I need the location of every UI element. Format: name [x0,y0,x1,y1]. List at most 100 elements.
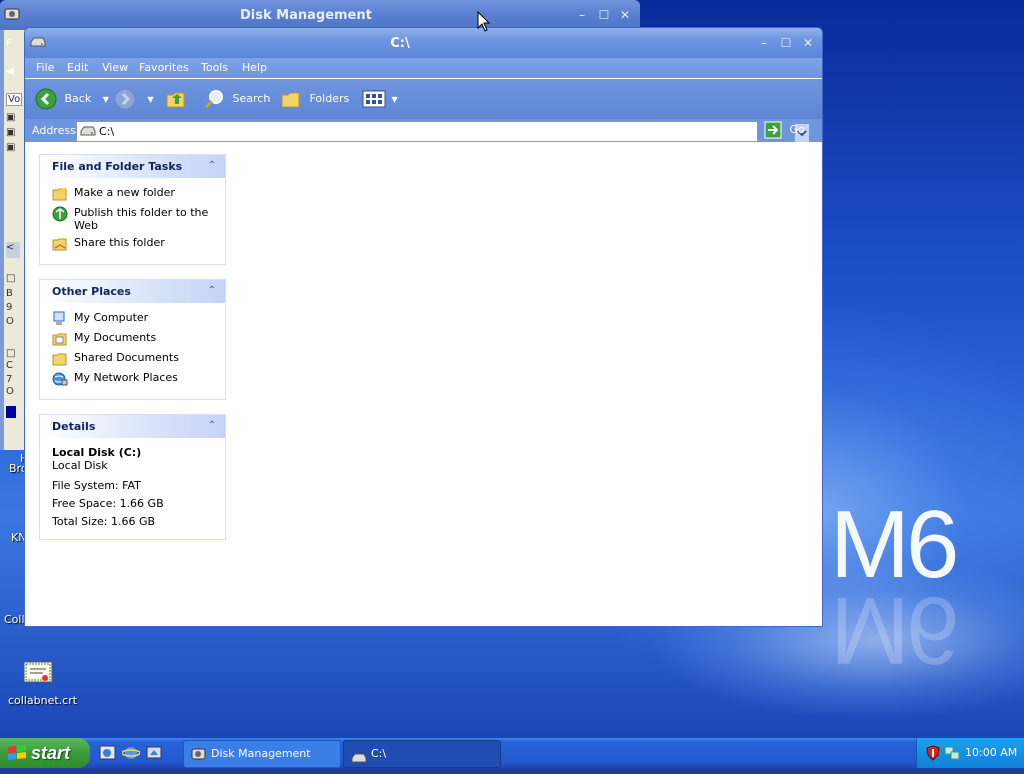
maximize-icon[interactable]: ☐ [777,34,795,52]
start-button[interactable]: start [0,738,90,768]
back-label: Back [64,92,92,105]
go-button[interactable]: Go [764,120,814,140]
place-my-documents[interactable]: My Documents [52,331,215,347]
explorer-title: C:\ [390,36,410,51]
back-arrow-icon[interactable]: ◀ [6,66,14,77]
minimize-icon[interactable]: – [755,34,773,52]
globe-icon [52,206,68,222]
explorer-content: File and Folder Tasks ⌃ Make a new folde… [25,142,822,626]
internet-explorer-icon[interactable] [122,745,140,761]
up-folder-button[interactable] [165,88,187,110]
drive-icon: ▣ [6,127,16,138]
desktop-icon-label-partial[interactable]: Coll [4,613,25,626]
maximize-icon[interactable]: ☐ [596,7,612,23]
taskbar: start Disk Management C:\ 10:00 AM [0,738,1024,768]
menu-tools[interactable]: Tools [201,61,228,74]
menu-edit[interactable]: Edit [67,61,88,74]
mouse-cursor-icon [477,11,491,32]
menu-help[interactable]: Help [242,61,267,74]
disk-row-1-line1: C [6,360,13,371]
task-make-new-folder[interactable]: Make a new folder [52,186,215,202]
minimize-icon[interactable]: – [574,7,590,23]
explorer-titlebar[interactable]: C:\ – ☐ ✕ [25,28,822,58]
disk-row-1-line2: 7 [6,374,13,385]
address-bar: Address C:\ Go [25,119,822,143]
drive-icon: ▣ [6,112,16,123]
certificate-file-label[interactable]: collabnet.crt [8,694,77,707]
place-label: My Computer [74,311,149,324]
drive-icon [80,126,96,136]
taskbar-button-disk-management[interactable]: Disk Management [183,740,341,768]
explorer-window[interactable]: C:\ – ☐ ✕ File Edit View Favorites Tools… [24,27,823,627]
disk-row-0-line3: O [6,316,14,327]
disk-row-1-line3: O [6,386,14,397]
start-label: start [31,743,71,763]
shield-icon[interactable] [925,745,941,761]
place-my-network-places[interactable]: My Network Places [52,371,215,387]
folders-button[interactable]: Folders [280,88,349,110]
show-desktop-icon[interactable] [145,745,163,761]
close-icon[interactable]: ✕ [617,7,633,23]
disk-row-0-icon: □ [6,273,16,284]
menu-favorites[interactable]: Favorites [139,61,189,74]
details-file-system: File System: FAT [52,479,141,492]
collapse-icon[interactable]: ⌃ [205,284,219,298]
toolbar: Back ▼ ▼ Search Folders ▼ [25,79,822,119]
views-button[interactable]: ▼ [362,88,398,110]
address-value: C:\ [99,125,115,138]
place-label: My Documents [74,331,157,344]
disk-management-menu-partial[interactable]: F [6,38,12,49]
documents-icon [52,333,67,346]
file-folder-tasks-header[interactable]: File and Folder Tasks ⌃ [40,155,225,178]
network-icon [52,372,68,386]
address-input[interactable]: C:\ [76,121,809,143]
forward-button[interactable]: ▼ [114,88,154,110]
wallpaper-text-reflection: M6 [830,577,956,684]
search-icon [204,90,223,109]
chevron-down-icon[interactable]: ▼ [148,95,154,104]
certificate-icon[interactable] [23,660,53,686]
disk-management-title: Disk Management [240,8,372,23]
menu-bar: File Edit View Favorites Tools Help [25,58,822,109]
other-places-panel: Other Places ⌃ My Computer My Documents … [39,279,226,400]
collapse-icon[interactable]: ⌃ [205,419,219,433]
details-type: Local Disk [52,459,108,472]
network-connection-icon[interactable] [944,745,960,761]
task-share-folder[interactable]: Share this folder [52,236,215,252]
task-publish-folder[interactable]: Publish this folder to the Web [52,206,215,232]
task-label: Share this folder [74,236,165,249]
collapse-icon[interactable]: ⌃ [205,159,219,173]
details-panel: Details ⌃ Local Disk (C:) Local Disk Fil… [39,414,226,540]
menu-view[interactable]: View [102,61,128,74]
back-button[interactable]: Back ▼ [35,88,109,110]
task-label: Publish this folder to the Web [74,206,209,232]
folder-up-icon [166,92,185,108]
chevron-down-icon[interactable]: ▼ [103,95,109,104]
taskbar-button-label: C:\ [371,747,387,760]
volume-column-header[interactable]: Vo [6,93,23,106]
disk-row-1-icon: □ [6,348,16,359]
search-button[interactable]: Search [203,88,270,110]
legend-swatch [6,406,16,418]
other-places-header[interactable]: Other Places ⌃ [40,280,225,303]
new-folder-icon [52,187,67,201]
disk-management-app-icon [191,746,207,772]
menu-file[interactable]: File [36,61,54,74]
place-shared-documents[interactable]: Shared Documents [52,351,215,367]
chevron-down-icon[interactable]: ▼ [392,95,398,104]
views-icon [362,90,386,108]
details-header[interactable]: Details ⌃ [40,415,225,438]
forward-arrow-icon [114,88,136,110]
task-label: Make a new folder [74,186,175,199]
close-icon[interactable]: ✕ [799,34,817,52]
details-name: Local Disk (C:) [52,446,142,459]
place-label: Shared Documents [74,351,179,364]
address-label: Address [32,124,76,137]
search-label: Search [232,92,271,105]
taskbar-button-explorer[interactable]: C:\ [343,740,501,768]
quicklaunch-icon[interactable] [99,745,117,761]
taskbar-button-label: Disk Management [211,747,311,760]
disk-management-titlebar[interactable]: Disk Management – ☐ ✕ [0,0,640,30]
scroll-left-icon[interactable]: < [6,242,20,258]
place-my-computer[interactable]: My Computer [52,311,215,327]
